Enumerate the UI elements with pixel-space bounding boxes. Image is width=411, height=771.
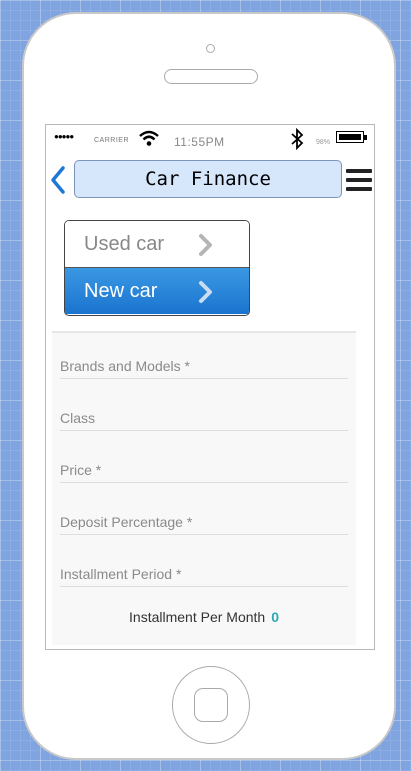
installment-period-field[interactable]: Installment Period * [60,557,348,587]
class-field[interactable]: Class [60,401,348,431]
battery-tip [364,135,367,140]
installment-result: Installment Per Month 0 [52,609,356,625]
used-car-option[interactable]: Used car [65,221,249,268]
chevron-right-icon [199,281,212,303]
installment-result-label: Installment Per Month [129,609,266,625]
new-car-label: New car [84,279,158,302]
deposit-percentage-label: Deposit Percentage * [60,514,193,530]
brands-models-field[interactable]: Brands and Models * [60,349,348,379]
hamburger-menu-icon[interactable] [346,169,372,191]
bluetooth-icon [291,128,304,150]
page-title-bar: Car Finance [74,160,342,198]
battery-percent: 98% [316,139,331,146]
used-car-label: Used car [84,232,165,255]
finance-form: Brands and Models * Class Price * Deposi… [52,331,356,645]
signal-dots: ●●●●● [54,132,74,141]
chevron-left-icon[interactable] [49,165,67,195]
home-button[interactable] [172,666,250,744]
status-bar: ●●●●● CARRIER 11:55PM 98% [46,125,374,155]
battery-icon [336,131,364,143]
wifi-icon [139,130,159,146]
installment-result-value: 0 [271,609,279,625]
class-label: Class [60,410,96,426]
carrier-label: CARRIER [94,137,130,144]
speaker [164,69,258,84]
phone-screen: ●●●●● CARRIER 11:55PM 98% Car Finance Us… [45,124,375,650]
home-square-icon [194,688,228,722]
clock: 11:55PM [174,135,225,149]
battery-fill [339,134,361,140]
price-label: Price * [60,462,102,478]
deposit-percentage-field[interactable]: Deposit Percentage * [60,505,348,535]
chevron-right-icon [199,234,212,256]
new-car-option[interactable]: New car [65,268,249,314]
camera [206,44,215,53]
car-type-segmented-control: Used car New car [64,220,250,316]
installment-period-label: Installment Period * [60,566,182,582]
price-field[interactable]: Price * [60,453,348,483]
brands-models-label: Brands and Models * [60,358,190,374]
page-title: Car Finance [145,168,271,190]
